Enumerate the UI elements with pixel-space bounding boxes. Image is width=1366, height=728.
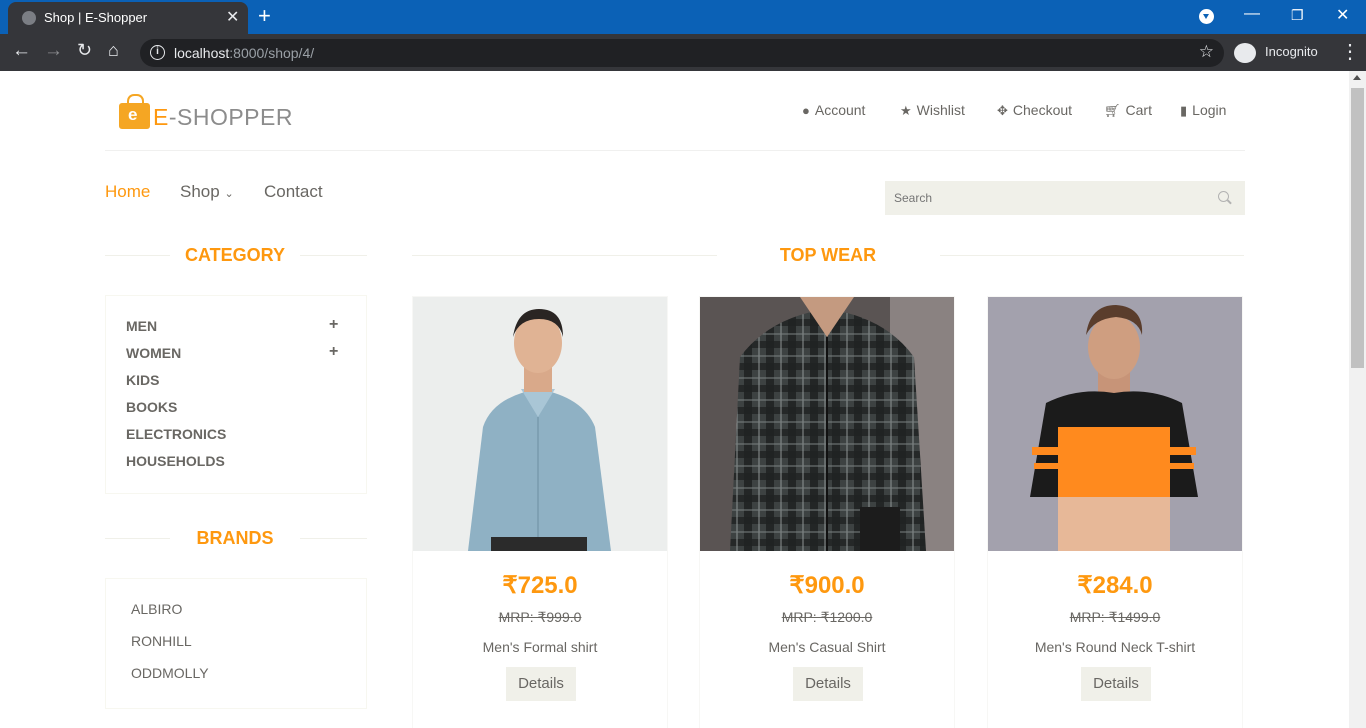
user-icon: ● xyxy=(802,103,810,118)
tab-search-icon[interactable] xyxy=(1199,9,1214,24)
browser-tab-strip: Shop | E-Shopper ✕ + — ❐ ✕ xyxy=(0,0,1366,34)
chevron-down-icon: ⌄ xyxy=(224,188,234,200)
details-button[interactable]: Details xyxy=(793,667,863,701)
product-price: ₹725.0 xyxy=(502,572,578,599)
browser-tab[interactable]: Shop | E-Shopper ✕ xyxy=(8,2,248,34)
plus-icon[interactable]: + xyxy=(329,343,338,361)
category-households[interactable]: HOUSEHOLDS xyxy=(126,453,225,469)
cart-link[interactable]: 🛒︎ Cart xyxy=(1104,102,1152,119)
brand-albiro[interactable]: ALBIRO xyxy=(131,601,182,617)
section-title: TOP WEAR xyxy=(779,245,877,265)
product-image[interactable] xyxy=(988,297,1242,551)
site-info-icon[interactable]: i xyxy=(150,45,165,60)
window-close-button[interactable]: ✕ xyxy=(1336,5,1349,25)
category-panel: MEN + WOMEN + KIDS BOOKS ELECTRONICS HOU… xyxy=(105,295,367,494)
product-card: ₹725.0 MRP: ₹999.0 Men's Formal shirt De… xyxy=(412,296,668,728)
product-name[interactable]: Men's Casual Shirt xyxy=(700,639,954,655)
reload-icon[interactable]: ↻ xyxy=(77,40,92,61)
search-icon[interactable] xyxy=(1218,191,1229,202)
product-mrp: MRP: ₹999.0 xyxy=(498,609,582,625)
product-image[interactable] xyxy=(700,297,954,551)
divider xyxy=(412,255,717,256)
lock-icon: ▮ xyxy=(1180,103,1188,118)
crosshairs-icon: ✥ xyxy=(997,103,1008,118)
profile-label[interactable]: Incognito xyxy=(1265,44,1318,59)
brands-panel: ALBIRO RONHILL ODDMOLLY xyxy=(105,578,367,709)
cart-icon: 🛒︎ xyxy=(1104,103,1121,118)
incognito-icon[interactable] xyxy=(1234,43,1256,63)
product-card: ₹284.0 MRP: ₹1499.0 Men's Round Neck T-s… xyxy=(987,296,1243,728)
product-mrp: MRP: ₹1200.0 xyxy=(781,609,873,625)
category-women[interactable]: WOMEN xyxy=(126,345,181,361)
globe-icon xyxy=(22,11,36,25)
brand-oddmolly[interactable]: ODDMOLLY xyxy=(131,665,209,681)
minimize-button[interactable]: — xyxy=(1244,5,1260,23)
category-kids[interactable]: KIDS xyxy=(126,372,159,388)
divider xyxy=(940,255,1244,256)
nav-contact[interactable]: Contact xyxy=(264,182,323,202)
brands-title: BRANDS xyxy=(196,528,274,548)
logo-text: E-SHOPPER xyxy=(153,104,293,130)
browser-menu-icon[interactable]: ⋮ xyxy=(1340,39,1360,64)
wishlist-link[interactable]: ★ Wishlist xyxy=(900,102,965,119)
product-price: ₹900.0 xyxy=(789,572,865,599)
product-mrp: MRP: ₹1499.0 xyxy=(1069,609,1161,625)
new-tab-button[interactable]: + xyxy=(258,3,271,29)
scrollbar-thumb[interactable] xyxy=(1351,88,1364,368)
plus-icon[interactable]: + xyxy=(329,316,338,334)
bookmark-star-icon[interactable]: ☆ xyxy=(1199,42,1214,62)
search-input[interactable] xyxy=(885,181,1245,215)
details-button[interactable]: Details xyxy=(1081,667,1151,701)
page-scrollbar[interactable] xyxy=(1349,71,1366,728)
close-tab-icon[interactable]: ✕ xyxy=(226,7,239,27)
product-image[interactable] xyxy=(413,297,667,551)
home-icon[interactable]: ⌂ xyxy=(108,40,119,61)
browser-toolbar: ← → ↻ ⌂ i localhost:8000/shop/4/ ☆ Incog… xyxy=(0,34,1366,71)
checkout-link[interactable]: ✥ Checkout xyxy=(997,102,1072,119)
category-electronics[interactable]: ELECTRONICS xyxy=(126,426,226,442)
login-link[interactable]: ▮ Login xyxy=(1180,102,1226,119)
account-link[interactable]: ● Account xyxy=(802,102,865,118)
star-icon: ★ xyxy=(900,103,912,118)
divider xyxy=(105,538,170,539)
category-books[interactable]: BOOKS xyxy=(126,399,177,415)
divider xyxy=(105,255,170,256)
brand-ronhill[interactable]: RONHILL xyxy=(131,633,192,649)
page-content: e E-SHOPPER ● Account ★ Wishlist ✥ Checkout… xyxy=(0,71,1366,728)
product-name[interactable]: Men's Round Neck T-shirt xyxy=(988,639,1242,655)
shopping-bag-icon: e xyxy=(119,94,150,129)
divider xyxy=(300,538,367,539)
back-arrow-icon[interactable]: ← xyxy=(12,40,31,62)
address-bar[interactable]: i localhost:8000/shop/4/ ☆ xyxy=(140,39,1224,67)
scroll-up-icon[interactable] xyxy=(1353,75,1361,80)
tab-title: Shop | E-Shopper xyxy=(44,10,148,25)
nav-shop[interactable]: Shop ⌄ xyxy=(180,182,234,202)
divider xyxy=(300,255,367,256)
restore-button[interactable]: ❐ xyxy=(1291,7,1304,24)
product-price: ₹284.0 xyxy=(1077,572,1153,599)
nav-home[interactable]: Home xyxy=(105,182,150,202)
category-title: CATEGORY xyxy=(184,245,285,265)
url-text[interactable]: localhost:8000/shop/4/ xyxy=(174,45,314,61)
product-card: ₹900.0 MRP: ₹1200.0 Men's Casual Shirt D… xyxy=(699,296,955,728)
category-men[interactable]: MEN xyxy=(126,318,157,334)
details-button[interactable]: Details xyxy=(506,667,576,701)
header-divider xyxy=(105,150,1245,151)
forward-arrow-icon[interactable]: → xyxy=(44,40,63,62)
product-name[interactable]: Men's Formal shirt xyxy=(413,639,667,655)
